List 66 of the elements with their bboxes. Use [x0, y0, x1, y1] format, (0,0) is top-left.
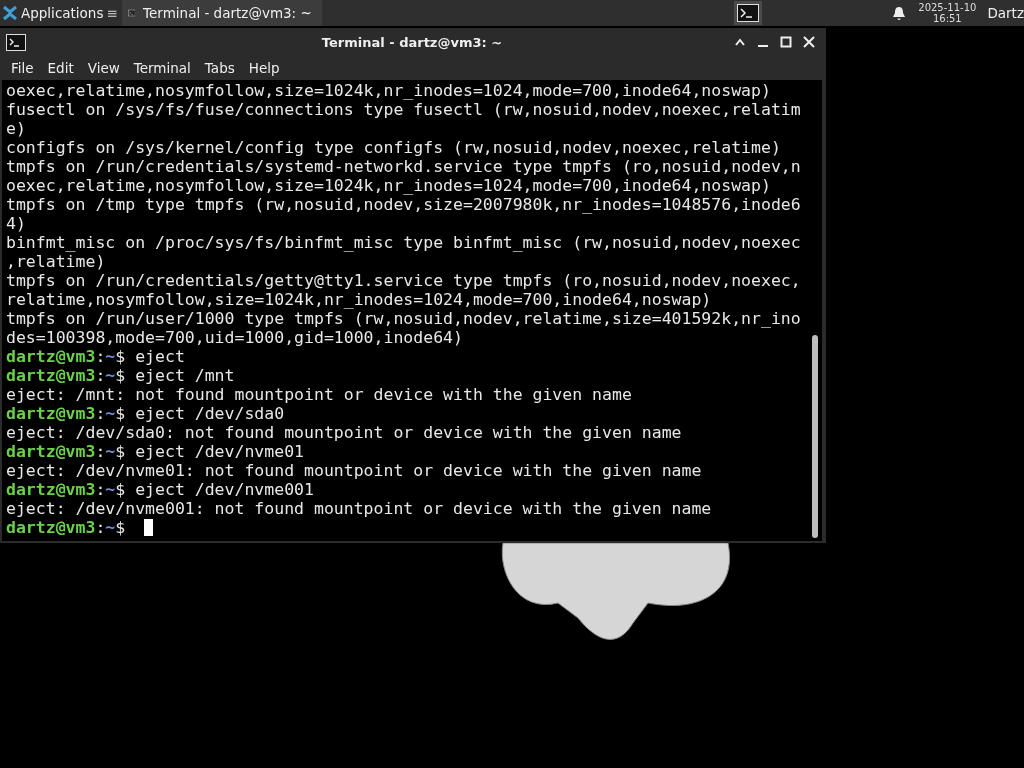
output-line: fusectl on /sys/fs/fuse/connections type fusectl (rw,nosuid,nodev,noexec,relatim	[6, 100, 801, 119]
output-line: ,relatime)	[6, 252, 106, 271]
terminal-launcher[interactable]	[734, 1, 763, 25]
output-line: oexec,relatime,nosymfollow,size=1024k,nr_inodes=1024,mode=700,inode64,noswap)	[6, 176, 771, 195]
output-line: oexec,relatime,nosymfollow,size=1024k,nr_inodes=1024,mode=700,inode64,noswap)	[6, 81, 771, 100]
output-line: relatime,nosymfollow,size=1024k,nr_inodes=1024,mode=700,inode64,noswap)	[6, 290, 712, 309]
applications-menu[interactable]: Applications ≡	[0, 0, 122, 26]
menu-item[interactable]: Terminal	[126, 60, 198, 76]
prompt-user-host: dartz@vm3	[6, 366, 96, 385]
prompt-separator: :	[95, 480, 106, 499]
terminal-icon	[127, 6, 136, 20]
prompt-path: ~	[105, 442, 116, 461]
taskbar-window-button[interactable]: Terminal - dartz@vm3: ~	[121, 0, 322, 26]
prompt-path: ~	[105, 518, 116, 537]
menu-item[interactable]: Help	[241, 60, 287, 76]
user-name[interactable]: Dartz	[987, 5, 1024, 21]
output-line: eject: /mnt: not found mountpoint or device with the given name	[6, 385, 632, 404]
prompt-user-host: dartz@vm3	[6, 518, 96, 537]
prompt-user-host: dartz@vm3	[6, 404, 96, 423]
window-title: Terminal - dartz@vm3: ~	[320, 34, 504, 50]
output-line: eject: /dev/nvme001: not found mountpoint or device with the given name	[6, 499, 712, 518]
menu-item[interactable]: Edit	[40, 60, 81, 76]
maximize-icon	[779, 36, 792, 48]
output-line: tmpfs on /run/credentials/systemd-networkd.service type tmpfs (ro,nosuid,nodev,n	[6, 157, 801, 176]
terminal-icon	[737, 4, 760, 22]
output-line: des=100398,mode=700,uid=1000,gid=1000,inode64)	[6, 328, 463, 347]
terminal-icon	[6, 33, 26, 51]
output-line: eject: /dev/nvme01: not found mountpoint or device with the given name	[6, 461, 702, 480]
prompt-command: $ eject /mnt	[115, 366, 235, 385]
minimize-icon	[757, 45, 768, 47]
clock[interactable]: 2025-11-10 16:51	[918, 2, 977, 24]
prompt-path: ~	[105, 404, 116, 423]
prompt-separator: :	[95, 518, 106, 537]
output-line: 4)	[6, 214, 26, 233]
prompt-separator: :	[95, 347, 106, 366]
prompt-command: $	[115, 518, 127, 537]
logo-icon	[2, 5, 18, 21]
menu-item[interactable]: File	[4, 60, 41, 76]
prompt-separator: :	[95, 442, 106, 461]
prompt-command: $ eject /dev/nvme01	[115, 442, 305, 461]
output-line: e)	[6, 119, 26, 138]
bell-icon[interactable]	[892, 5, 907, 21]
prompt-user-host: dartz@vm3	[6, 347, 96, 366]
caret-up-icon	[733, 38, 746, 46]
prompt-path: ~	[105, 347, 116, 366]
prompt-separator: :	[95, 366, 106, 385]
output-line: tmpfs on /tmp type tmpfs (rw,nosuid,nodev,size=2007980k,nr_inodes=1048576,inode6	[6, 195, 801, 214]
prompt-path: ~	[105, 366, 116, 385]
menu-item[interactable]: View	[80, 60, 127, 76]
output-line: binfmt_misc on /proc/sys/fs/binfmt_misc type binfmt_misc (rw,nosuid,nodev,noexec	[6, 233, 801, 252]
prompt-user-host: dartz@vm3	[6, 480, 96, 499]
output-line: tmpfs on /run/user/1000 type tmpfs (rw,nosuid,nodev,relatime,size=401592k,nr_ino	[6, 309, 801, 328]
prompt-user-host: dartz@vm3	[6, 442, 96, 461]
prompt-command: $ eject /dev/sda0	[115, 404, 285, 423]
output-line: tmpfs on /run/credentials/getty@tty1.service type tmpfs (ro,nosuid,nodev,noexec,	[6, 271, 801, 290]
scrollbar-thumb[interactable]	[812, 335, 818, 538]
prompt-separator: :	[95, 404, 106, 423]
menu-item[interactable]: Tabs	[197, 60, 242, 76]
output-line: eject: /dev/sda0: not found mountpoint or device with the given name	[6, 423, 682, 442]
close-icon	[802, 36, 815, 48]
prompt-path: ~	[105, 480, 116, 499]
date-text: 2025-11-10	[918, 2, 977, 13]
prompt-command: $ eject /dev/nvme001	[115, 480, 314, 499]
time-text: 16:51	[932, 13, 962, 24]
prompt-command: $ eject	[115, 347, 185, 366]
output-line: configfs on /sys/kernel/config type configfs (rw,nosuid,nodev,noexec,relatime)	[6, 138, 781, 157]
